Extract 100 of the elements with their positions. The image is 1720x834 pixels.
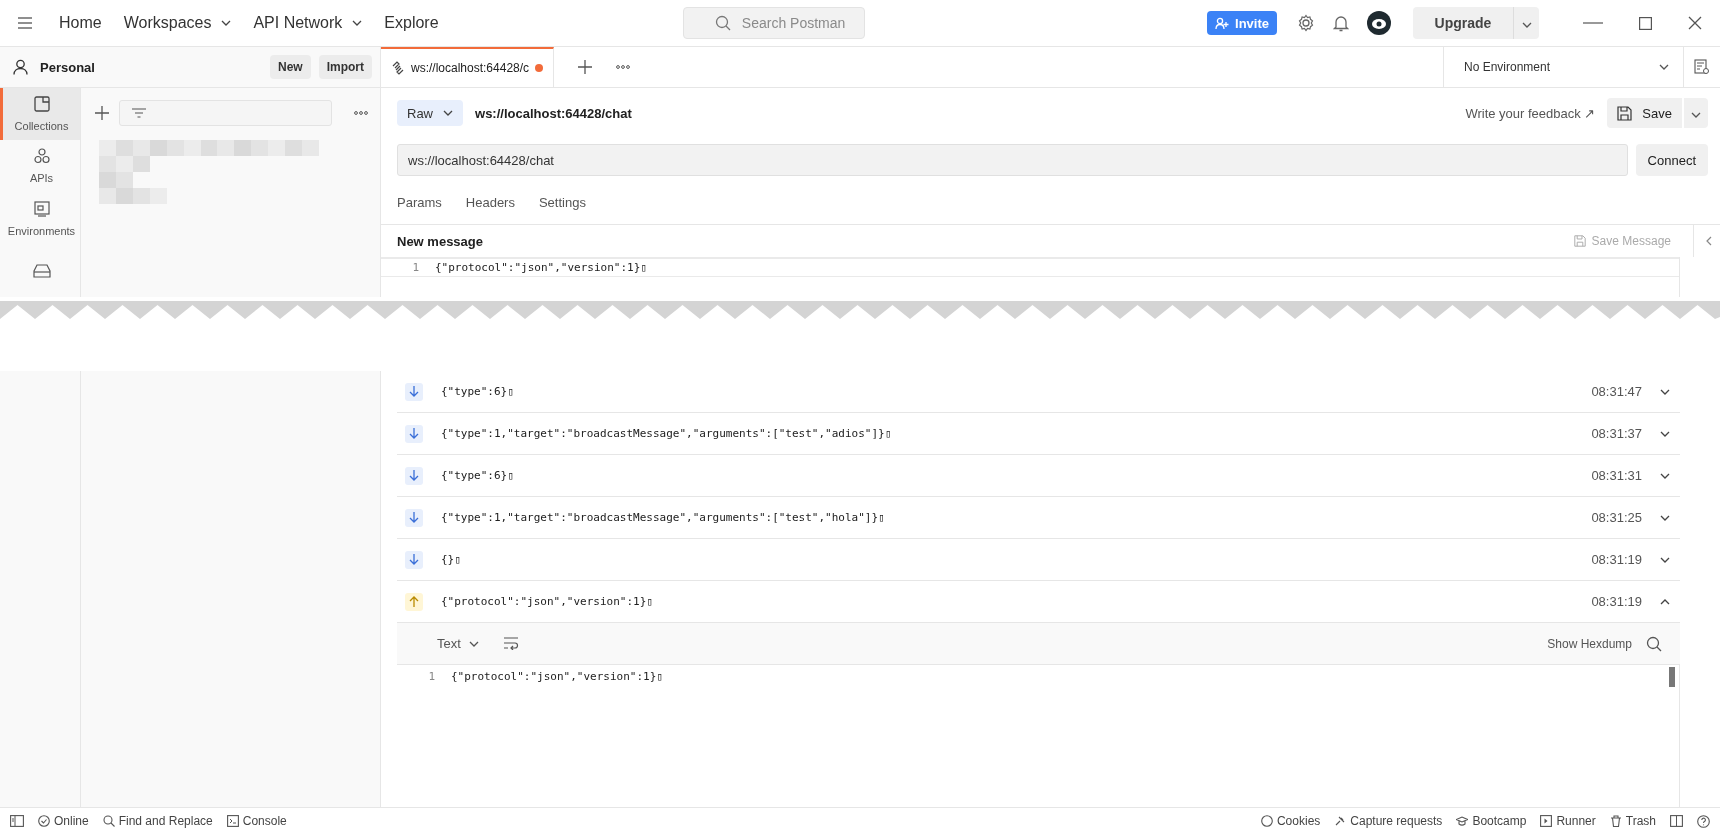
- status-bar-item[interactable]: Cookies: [1260, 814, 1321, 828]
- menu-icon[interactable]: [17, 17, 33, 29]
- message-text: {"type":6}▯: [441, 469, 514, 482]
- chevron-icon[interactable]: [1660, 556, 1670, 563]
- capture-icon: [1334, 815, 1347, 827]
- connect-button[interactable]: Connect: [1635, 144, 1708, 176]
- chevron-icon[interactable]: [1660, 514, 1670, 521]
- nav-menu-item[interactable]: API Network: [253, 14, 363, 32]
- add-person-icon: [1215, 16, 1230, 30]
- chevron-down-icon: [1659, 64, 1669, 70]
- chevron-icon[interactable]: [1660, 598, 1670, 605]
- request-subtab[interactable]: Headers: [465, 182, 515, 224]
- graduation-cap-icon: [1456, 815, 1469, 827]
- trash-icon: [1609, 815, 1622, 827]
- environment-quick-look-icon[interactable]: [1683, 47, 1710, 87]
- chevron-icon[interactable]: [1660, 430, 1670, 437]
- status-bar-item[interactable]: Find and Replace: [102, 814, 213, 828]
- invite-button[interactable]: Invite: [1207, 11, 1277, 35]
- close-icon[interactable]: [1688, 16, 1702, 30]
- message-title: New message: [397, 233, 483, 249]
- message-row[interactable]: {"type":6}▯ 08:31:31: [397, 455, 1680, 497]
- message-text: {}▯: [441, 553, 461, 566]
- chevron-down-icon: [352, 20, 363, 26]
- message-row[interactable]: {}▯ 08:31:19: [397, 539, 1680, 581]
- server-icon: [32, 263, 51, 278]
- play-icon: [1540, 815, 1553, 827]
- status-bar-item[interactable]: Runner: [1540, 814, 1596, 828]
- filter-field[interactable]: [119, 100, 332, 126]
- chevron-down-icon: [1521, 21, 1532, 28]
- notification-bell-icon[interactable]: [1333, 14, 1349, 32]
- filter-icon: [132, 108, 146, 118]
- search-icon: [102, 815, 115, 827]
- message-row[interactable]: {"type":1,"target":"broadcastMessage","arguments":["test","adios"]}▯ 08:31:37: [397, 413, 1680, 455]
- message-row[interactable]: {"type":6}▯ 08:31:47: [397, 371, 1680, 413]
- chevron-down-icon: [221, 20, 232, 26]
- show-hexdump-button[interactable]: Show Hexdump: [1547, 636, 1632, 651]
- chevron-down-icon: [1691, 111, 1701, 118]
- sidebar-nav-item[interactable]: APIs: [0, 140, 80, 193]
- more-icon[interactable]: [354, 111, 368, 115]
- chevron-down-icon: [468, 640, 479, 647]
- maximize-icon[interactable]: [1639, 16, 1652, 30]
- api-icon: [33, 148, 50, 165]
- two-pane-icon[interactable]: [1670, 815, 1683, 827]
- plus-icon[interactable]: [95, 106, 109, 120]
- line-number: 1: [411, 261, 420, 274]
- message-text: {"type":1,"target":"broadcastMessage","arguments":["test","hola"]}▯: [441, 511, 885, 524]
- plus-icon[interactable]: [578, 60, 593, 74]
- wrap-lines-icon[interactable]: [502, 637, 519, 650]
- save-button[interactable]: Save: [1607, 98, 1682, 128]
- status-bar-item[interactable]: Capture requests: [1334, 814, 1443, 828]
- url-field[interactable]: ws://localhost:64428/chat: [397, 144, 1628, 176]
- format-dropdown[interactable]: Text: [437, 636, 479, 651]
- cookie-icon: [1260, 815, 1273, 827]
- sidebar-toggle-icon[interactable]: [10, 815, 24, 827]
- console-icon: [226, 815, 239, 827]
- request-subtab[interactable]: Settings: [538, 182, 586, 224]
- nav-menu-item[interactable]: Explore: [384, 14, 439, 32]
- message-time: 08:31:25: [1591, 510, 1642, 525]
- search-icon[interactable]: [1646, 635, 1662, 652]
- chevron-icon[interactable]: [1660, 472, 1670, 479]
- message-time: 08:31:19: [1591, 552, 1642, 567]
- message-text: {"type":6}▯: [441, 385, 514, 398]
- message-row[interactable]: {"type":1,"target":"broadcastMessage","arguments":["test","hola"]}▯ 08:31:25: [397, 497, 1680, 539]
- code-line: {"protocol":"json","version":1}▯: [435, 261, 647, 274]
- chevron-icon[interactable]: [1660, 388, 1670, 395]
- scrollbar[interactable]: [1669, 667, 1675, 687]
- search-field[interactable]: Search Postman: [682, 7, 865, 39]
- feedback-link[interactable]: Write your feedback ↗: [1465, 105, 1596, 121]
- import-button[interactable]: Import: [318, 55, 372, 79]
- new-button[interactable]: New: [269, 55, 311, 79]
- sidebar-nav-item[interactable]: Environments: [0, 192, 80, 245]
- nav-menu-item[interactable]: Workspaces: [123, 14, 232, 32]
- settings-icon[interactable]: [1297, 14, 1315, 32]
- message-time: 08:31:19: [1591, 594, 1642, 609]
- message-time: 08:31:31: [1591, 468, 1642, 483]
- status-bar-item[interactable]: Bootcamp: [1456, 814, 1527, 828]
- avatar-icon[interactable]: [1367, 11, 1391, 35]
- upgrade-button[interactable]: Upgrade: [1413, 7, 1513, 39]
- workspace-name[interactable]: Personal: [40, 59, 95, 75]
- status-bar-item[interactable]: Trash: [1609, 814, 1656, 828]
- mode-dropdown[interactable]: Raw: [397, 100, 463, 126]
- message-text: {"protocol":"json","version":1}▯: [441, 595, 653, 608]
- collection-icon: [33, 96, 50, 113]
- more-icon[interactable]: [616, 65, 631, 69]
- environment-dropdown[interactable]: No Environment: [1443, 47, 1683, 87]
- status-bar-item[interactable]: Online: [38, 814, 89, 828]
- message-text: {"type":1,"target":"broadcastMessage","arguments":["test","adios"]}▯: [441, 427, 892, 440]
- help-icon[interactable]: [1697, 814, 1710, 828]
- request-title: ws://localhost:64428/chat: [475, 105, 632, 121]
- nav-menu-item[interactable]: Home: [59, 14, 102, 32]
- environment-icon: [33, 200, 50, 217]
- chevron-down-icon: [443, 110, 453, 116]
- code-line: {"protocol":"json","version":1}▯: [451, 670, 663, 683]
- message-time: 08:31:37: [1591, 426, 1642, 441]
- person-icon: [13, 59, 28, 75]
- request-tab[interactable]: ws://localhost:64428/c: [381, 47, 555, 87]
- status-bar-item[interactable]: Console: [226, 814, 287, 828]
- check-circle-icon: [38, 815, 50, 827]
- sidebar-nav-item[interactable]: Collections: [0, 88, 80, 141]
- request-subtab[interactable]: Params: [397, 182, 442, 224]
